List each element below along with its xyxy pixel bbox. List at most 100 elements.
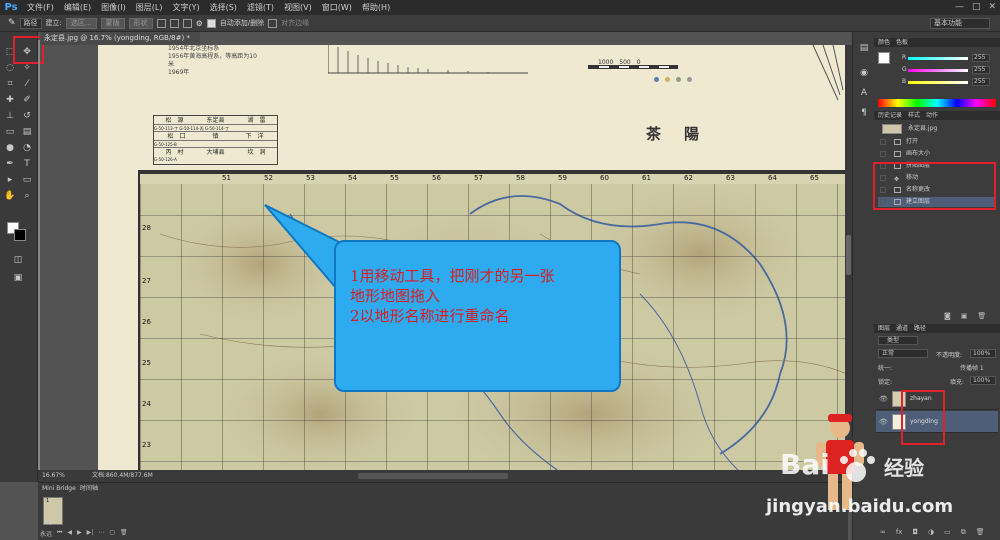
tool-mode-select[interactable]: 路径 (19, 17, 42, 29)
layer-filter-select[interactable]: 类型 (878, 336, 918, 345)
menu-edit[interactable]: 编辑(E) (59, 0, 96, 15)
history-checkbox[interactable] (880, 151, 886, 157)
blue-value[interactable]: 255 (972, 78, 990, 86)
menu-view[interactable]: 视图(V) (279, 0, 317, 15)
menu-type[interactable]: 文字(Y) (167, 0, 204, 15)
dodge-tool-icon[interactable]: ◔ (21, 142, 33, 154)
document-tab[interactable]: 永定县.jpg @ 16.7% (yongding, RGB/8#) * (40, 32, 200, 45)
screen-mode-icon[interactable]: ▣ (12, 272, 24, 284)
selection-button[interactable]: 选区... (65, 17, 97, 29)
close-icon[interactable]: ✕ (988, 0, 996, 15)
new-group-icon[interactable]: ▭ (944, 528, 951, 537)
propagate-frame-label[interactable]: 传播帧 1 (960, 363, 984, 372)
menu-help[interactable]: 帮助(H) (357, 0, 395, 15)
delete-layer-icon[interactable]: 🗑 (976, 528, 985, 537)
type-tool-icon[interactable]: T (21, 158, 33, 170)
camera-icon[interactable]: ▣ (961, 312, 968, 320)
blue-track[interactable] (908, 81, 968, 84)
pen-tool-icon[interactable]: ✎ (8, 18, 16, 28)
tab-color[interactable]: 颜色 (878, 38, 890, 47)
next-frame-icon[interactable]: ▶| (87, 529, 94, 538)
path-ops-icon[interactable] (156, 18, 166, 28)
crop-tool-icon[interactable]: ⌗ (4, 78, 16, 90)
new-layer-icon[interactable]: ⧉ (961, 528, 966, 537)
menu-select[interactable]: 选择(S) (205, 0, 242, 15)
tab-channels[interactable]: 通道 (896, 324, 908, 333)
frame-delay[interactable]: 0秒 (45, 519, 53, 526)
tab-mini-bridge[interactable]: Mini Bridge (42, 484, 76, 493)
eyedropper-tool-icon[interactable]: ⁄ (21, 78, 33, 90)
menu-window[interactable]: 窗口(W) (317, 0, 357, 15)
trash-icon[interactable]: 🗑 (977, 312, 986, 320)
history-panel-icon[interactable]: ▤ (858, 42, 870, 54)
tab-paths[interactable]: 路径 (914, 324, 926, 333)
tween-icon[interactable]: ⋯ (98, 529, 104, 538)
red-track[interactable] (908, 57, 968, 60)
prev-frame-icon[interactable]: ◀ (67, 529, 72, 538)
zoom-level[interactable]: 16.67% (42, 470, 65, 482)
auto-add-checkbox[interactable] (206, 18, 216, 28)
green-track[interactable] (908, 69, 968, 72)
color-spectrum[interactable] (878, 99, 996, 107)
green-slider[interactable]: G 255 (878, 66, 998, 74)
tab-timeline[interactable]: 时间轴 (80, 484, 98, 493)
zoom-tool-icon[interactable]: ⌕ (21, 190, 33, 202)
hand-tool-icon[interactable]: ✋ (4, 190, 16, 202)
minimize-icon[interactable]: — (955, 0, 964, 15)
menu-layer[interactable]: 图层(L) (131, 0, 168, 15)
green-value[interactable]: 255 (972, 66, 990, 74)
blue-slider[interactable]: B 255 (878, 78, 998, 86)
new-snapshot-icon[interactable]: ◙ (944, 312, 951, 320)
paragraph-panel-icon[interactable]: ¶ (858, 107, 870, 119)
gear-icon[interactable]: ⚙ (196, 19, 203, 28)
menu-file[interactable]: 文件(F) (22, 0, 59, 15)
workspace-select[interactable]: 基本功能 (930, 18, 990, 29)
tab-history[interactable]: 历史记录 (878, 111, 902, 120)
first-frame-icon[interactable]: ⏮ (57, 529, 62, 538)
gradient-tool-icon[interactable]: ▤ (21, 126, 33, 138)
brush-presets-icon[interactable]: ◉ (858, 67, 870, 79)
tab-styles[interactable]: 样式 (908, 111, 920, 120)
red-value[interactable]: 255 (972, 54, 990, 62)
tab-actions[interactable]: 动作 (926, 111, 938, 120)
menu-filter[interactable]: 滤镜(T) (242, 0, 279, 15)
path-select-tool-icon[interactable]: ▸ (4, 174, 16, 186)
stamp-tool-icon[interactable]: ⊥ (4, 110, 16, 122)
delete-frame-icon[interactable]: 🗑 (120, 529, 128, 538)
blur-tool-icon[interactable]: ● (4, 142, 16, 154)
tab-swatches[interactable]: 色板 (896, 38, 908, 47)
healing-tool-icon[interactable]: ✚ (4, 94, 16, 106)
character-panel-icon[interactable]: A (858, 87, 870, 99)
path-align-icon[interactable] (169, 18, 179, 28)
history-brush-icon[interactable]: ↺ (21, 110, 33, 122)
eraser-tool-icon[interactable]: ▭ (4, 126, 16, 138)
path-arrange-icon[interactable] (182, 18, 192, 28)
tab-layers[interactable]: 图层 (878, 324, 890, 333)
mask-button[interactable]: 蒙版 (100, 17, 125, 29)
horizontal-scrollbar-thumb[interactable] (358, 473, 508, 479)
history-item[interactable]: 画布大小 (878, 149, 996, 159)
history-snapshot[interactable]: 永定县.jpg (878, 122, 996, 136)
brush-tool-icon[interactable]: ✐ (21, 94, 33, 106)
history-checkbox[interactable] (880, 139, 886, 145)
duplicate-frame-icon[interactable]: ▢ (109, 529, 115, 538)
quick-mask-icon[interactable]: ◫ (12, 254, 24, 266)
align-edges-checkbox[interactable] (268, 18, 278, 28)
blend-mode-select[interactable]: 正常 (878, 349, 928, 358)
menu-image[interactable]: 图像(I) (96, 0, 131, 15)
history-item[interactable]: 打开 (878, 137, 996, 147)
scrollbar-thumb[interactable] (846, 235, 851, 275)
vertical-scrollbar[interactable] (845, 45, 852, 470)
shape-tool-icon[interactable]: ▭ (21, 174, 33, 186)
background-color-swatch[interactable] (14, 229, 26, 241)
red-slider[interactable]: R 255 (878, 54, 998, 62)
play-icon[interactable]: ▶ (77, 529, 82, 538)
pen-tool-icon[interactable]: ✒ (4, 158, 16, 170)
fill-input[interactable]: 100% (970, 376, 996, 385)
eye-icon[interactable]: 👁 (879, 388, 888, 410)
loop-select[interactable]: 永远 (40, 529, 52, 538)
opacity-input[interactable]: 100% (970, 349, 996, 358)
shape-button[interactable]: 形状 (128, 17, 153, 29)
maximize-icon[interactable]: □ (972, 0, 981, 15)
eye-icon[interactable]: 👁 (879, 411, 888, 433)
